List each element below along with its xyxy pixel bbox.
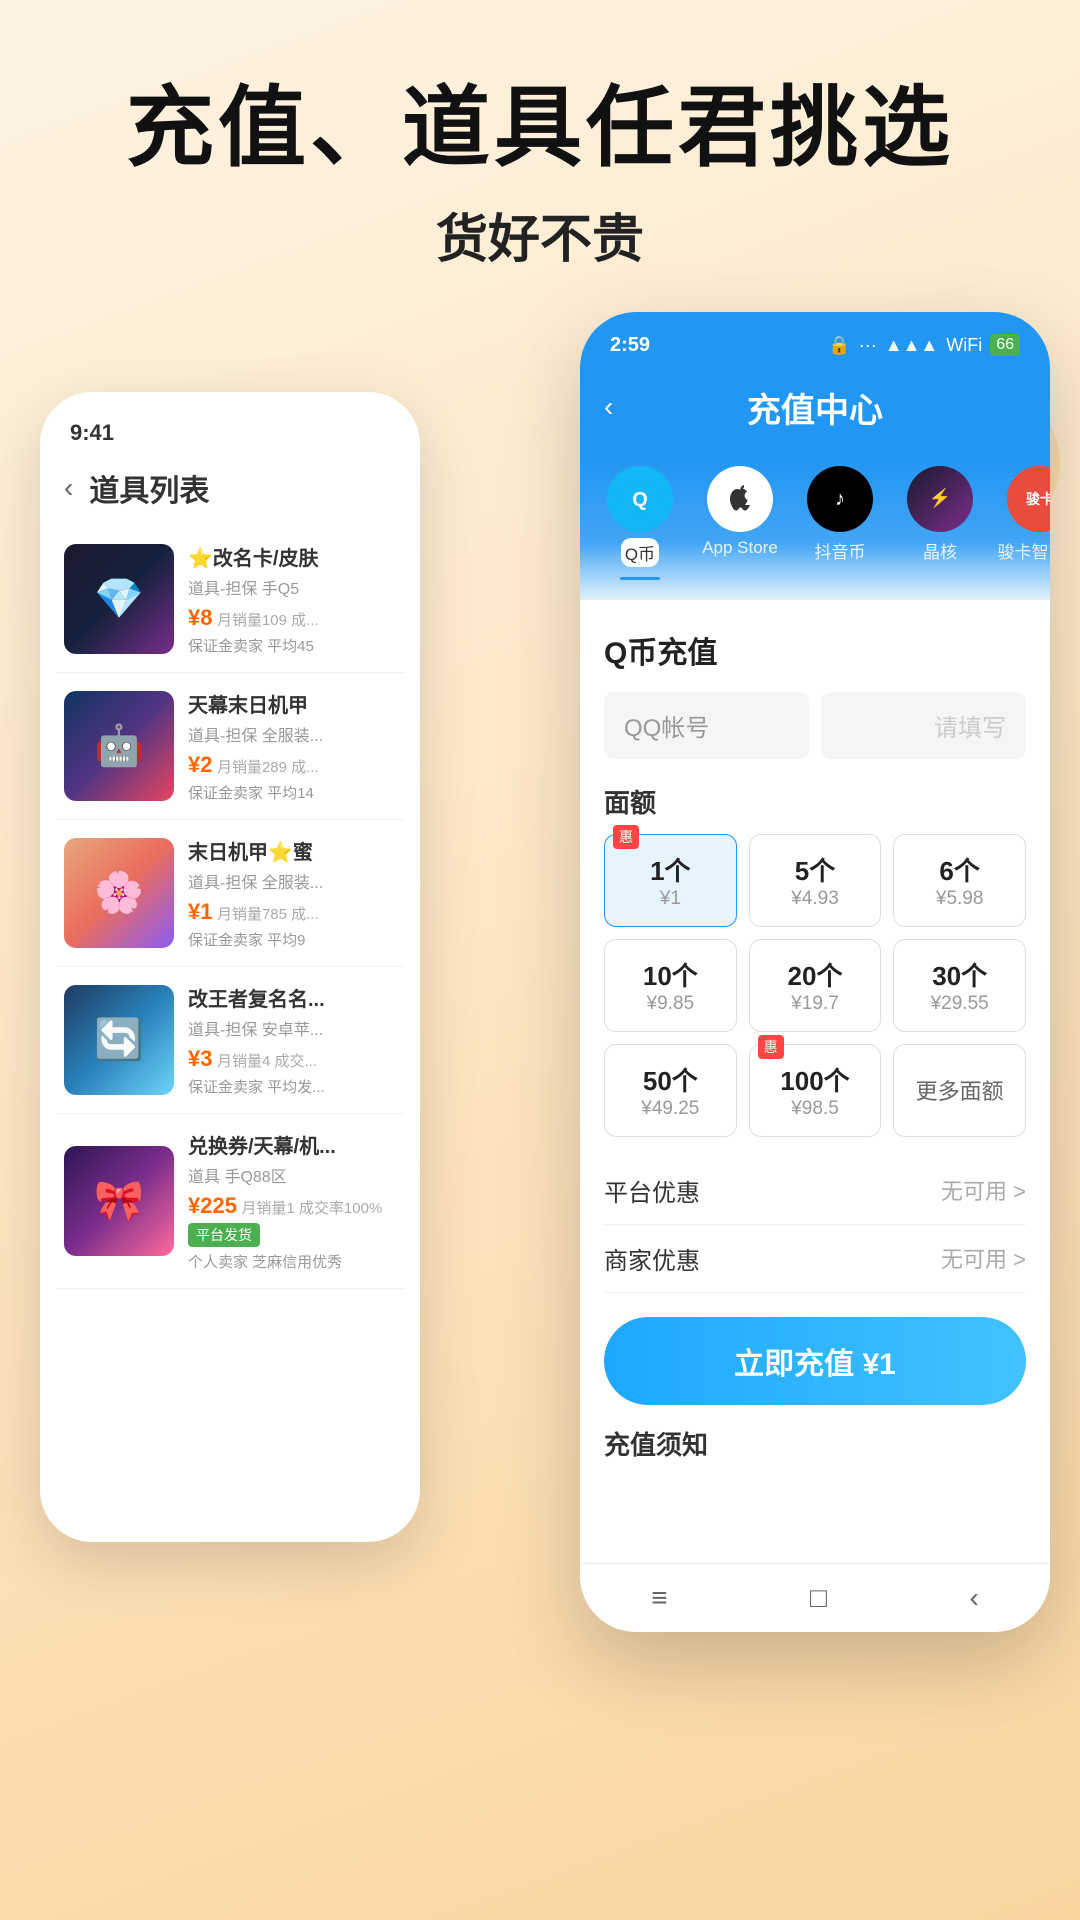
item-image: 🌸 — [64, 838, 174, 948]
nav-back-icon[interactable]: ‹ — [969, 1582, 978, 1614]
back-arrow-icon[interactable]: ‹ — [64, 472, 73, 504]
charge-button[interactable]: 立即充值 ¥1 — [604, 1317, 1026, 1405]
tab-jinghe-label: 晶核 — [923, 538, 957, 563]
list-item[interactable]: 🔄 改王者复名名... 道具-担保 安卓苹... ¥3 月销量4 成交... 保… — [56, 967, 404, 1114]
amount-btn-30[interactable]: 30个 ¥29.55 — [893, 939, 1026, 1032]
amount-btn-20[interactable]: 20个 ¥19.7 — [749, 939, 882, 1032]
list-item[interactable]: 🤖 天幕末日机甲 道具-担保 全服装... ¥2 月销量289 成... 保证金… — [56, 673, 404, 820]
back-phone: 9:41 ‹ 道具列表 💎 ⭐改名卡/皮肤 道具-担保 手Q5 ¥8 月销量10… — [40, 392, 420, 1542]
svg-text:Q: Q — [632, 489, 648, 511]
hero-section: 充值、道具任君挑选 货好不贵 — [0, 0, 1080, 312]
jinghe-icon: ⚡ — [907, 466, 973, 532]
merchant-promo-label: 商家优惠 — [604, 1241, 700, 1276]
amount-label: 面额 — [604, 783, 1026, 820]
tiktok-icon: ♪ — [807, 466, 873, 532]
list-item[interactable]: 🎀 兑换券/天幕/机... 道具 手Q88区 ¥225 月销量1 成交率100%… — [56, 1114, 404, 1289]
platform-promo-value: 无可用 > — [941, 1174, 1026, 1206]
back-phone-status: 9:41 — [40, 392, 420, 456]
back-phone-header: ‹ 道具列表 — [40, 456, 420, 526]
account-label: QQ帐号 — [604, 692, 809, 759]
nav-home-icon[interactable]: □ — [810, 1582, 827, 1614]
account-input[interactable]: 请填写 — [821, 692, 1026, 759]
merchant-promo-value: 无可用 > — [941, 1242, 1026, 1274]
tab-appstore[interactable]: App Store — [700, 466, 780, 580]
list-item[interactable]: 💎 ⭐改名卡/皮肤 道具-担保 手Q5 ¥8 月销量109 成... 保证金卖家… — [56, 526, 404, 673]
front-header-title: 充值中心 — [747, 383, 883, 432]
list-item[interactable]: 🌸 末日机甲⭐蜜 道具-担保 全服装... ¥1 月销量785 成... 保证金… — [56, 820, 404, 967]
merchant-promo-row[interactable]: 商家优惠 无可用 > — [604, 1225, 1026, 1293]
amount-btn-more[interactable]: 更多面额 — [893, 1044, 1026, 1137]
tab-appstore-label: App Store — [702, 538, 778, 558]
amount-btn-50[interactable]: 50个 ¥49.25 — [604, 1044, 737, 1137]
amount-grid: 惠 1个 ¥1 5个 ¥4.93 6个 ¥5.98 10个 ¥9.85 20 — [604, 834, 1026, 1137]
tab-qq[interactable]: Q Q币 — [600, 466, 680, 580]
amount-btn-5[interactable]: 5个 ¥4.93 — [749, 834, 882, 927]
notice-title: 充值须知 — [604, 1425, 1026, 1462]
amount-btn-10[interactable]: 10个 ¥9.85 — [604, 939, 737, 1032]
tab-tiktok[interactable]: ♪ 抖音币 — [800, 466, 880, 580]
tab-tiktok-label: 抖音币 — [815, 538, 866, 563]
tab-junka-label: 骏卡智充卡 — [998, 538, 1051, 563]
phones-container: 9:41 ‹ 道具列表 💎 ⭐改名卡/皮肤 道具-担保 手Q5 ¥8 月销量10… — [0, 312, 1080, 1662]
bottom-nav: ≡ □ ‹ — [580, 1563, 1050, 1632]
front-status-bar: 2:59 🔒 ··· ▲▲▲ WiFi 66 — [580, 312, 1050, 367]
apple-icon — [707, 466, 773, 532]
front-phone: 2:59 🔒 ··· ▲▲▲ WiFi 66 ‹ 充值中心 Q — [580, 312, 1050, 1632]
item-image: 🎀 — [64, 1146, 174, 1256]
hero-subtitle: 货好不贵 — [60, 197, 1020, 272]
item-list: 💎 ⭐改名卡/皮肤 道具-担保 手Q5 ¥8 月销量109 成... 保证金卖家… — [40, 526, 420, 1289]
amount-btn-6[interactable]: 6个 ¥5.98 — [893, 834, 1026, 927]
front-back-arrow-icon[interactable]: ‹ — [604, 391, 613, 423]
qq-icon: Q — [607, 466, 673, 532]
account-input-row: QQ帐号 请填写 — [604, 692, 1026, 759]
item-image: 💎 — [64, 544, 174, 654]
platform-promo-row[interactable]: 平台优惠 无可用 > — [604, 1157, 1026, 1225]
front-content: Q币充值 QQ帐号 请填写 面额 惠 1个 ¥1 5个 ¥4.93 — [580, 600, 1050, 1490]
tab-jinghe[interactable]: ⚡ 晶核 — [900, 466, 980, 580]
tab-junka[interactable]: 骏卡 骏卡智充卡 — [1000, 466, 1050, 580]
platform-promo-label: 平台优惠 — [604, 1173, 700, 1208]
tab-bar: Q Q币 App Store — [580, 456, 1050, 600]
tab-qq-label: Q币 — [621, 538, 659, 567]
amount-btn-100[interactable]: 惠 100个 ¥98.5 — [749, 1044, 882, 1137]
svg-text:♪: ♪ — [835, 488, 845, 510]
hero-title: 充值、道具任君挑选 — [60, 80, 1020, 177]
amount-btn-1[interactable]: 惠 1个 ¥1 — [604, 834, 737, 927]
back-phone-title: 道具列表 — [89, 466, 209, 510]
junka-icon: 骏卡 — [1007, 466, 1050, 532]
item-image: 🔄 — [64, 985, 174, 1095]
section-title: Q币充值 — [604, 628, 1026, 672]
front-header: ‹ 充值中心 — [580, 367, 1050, 456]
nav-menu-icon[interactable]: ≡ — [651, 1582, 667, 1614]
item-image: 🤖 — [64, 691, 174, 801]
